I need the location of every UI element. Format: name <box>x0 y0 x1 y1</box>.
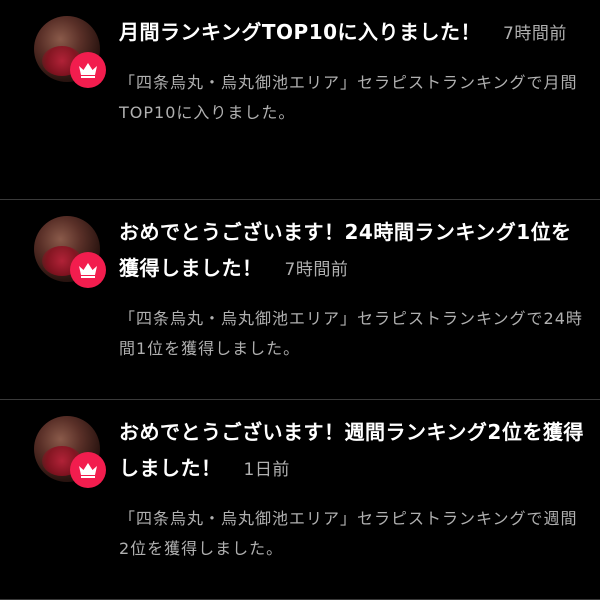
crown-badge <box>70 252 106 288</box>
notification-content: 月間ランキングTOP10に入りました！ 7時間前 「四条烏丸・烏丸御池エリア」セラ… <box>119 14 586 128</box>
notification-title-line: おめでとうございます！週間ランキング2位を獲得しました！ 1日前 <box>119 414 586 488</box>
notification-body: 「四条烏丸・烏丸御池エリア」セラピストランキングで24時間1位を獲得しました。 <box>119 309 583 358</box>
avatar[interactable] <box>34 16 106 88</box>
notification-time: 7時間前 <box>503 24 567 44</box>
crown-icon <box>79 463 97 478</box>
avatar[interactable] <box>34 416 106 488</box>
crown-badge <box>70 452 106 488</box>
notification-time: 1日前 <box>243 460 290 480</box>
crown-icon <box>79 263 97 278</box>
notification-time: 7時間前 <box>284 260 349 280</box>
crown-icon <box>79 63 97 78</box>
notification-title: 月間ランキングTOP10に入りました！ <box>119 20 482 44</box>
notification-title-line: 月間ランキングTOP10に入りました！ 7時間前 <box>119 14 586 52</box>
notification-list: 月間ランキングTOP10に入りました！ 7時間前 「四条烏丸・烏丸御池エリア」セラ… <box>0 0 600 600</box>
avatar[interactable] <box>34 216 106 288</box>
crown-badge <box>70 52 106 88</box>
notification-title: おめでとうございます！週間ランキング2位を獲得しました！ <box>119 420 584 480</box>
notification-content: おめでとうございます！週間ランキング2位を獲得しました！ 1日前 「四条烏丸・烏丸… <box>119 414 586 564</box>
notification-item[interactable]: おめでとうございます！24時間ランキング1位を獲得しました！ 7時間前 「四条烏丸… <box>0 200 600 400</box>
notification-item[interactable]: おめでとうございます！週間ランキング2位を獲得しました！ 1日前 「四条烏丸・烏丸… <box>0 400 600 600</box>
notification-item[interactable]: 月間ランキングTOP10に入りました！ 7時間前 「四条烏丸・烏丸御池エリア」セラ… <box>0 0 600 200</box>
notification-title-line: おめでとうございます！24時間ランキング1位を獲得しました！ 7時間前 <box>119 214 586 288</box>
notification-content: おめでとうございます！24時間ランキング1位を獲得しました！ 7時間前 「四条烏丸… <box>119 214 586 364</box>
notification-body: 「四条烏丸・烏丸御池エリア」セラピストランキングで週間2位を獲得しました。 <box>119 509 578 558</box>
notification-body: 「四条烏丸・烏丸御池エリア」セラピストランキングで月間TOP10に入りました。 <box>119 73 578 122</box>
